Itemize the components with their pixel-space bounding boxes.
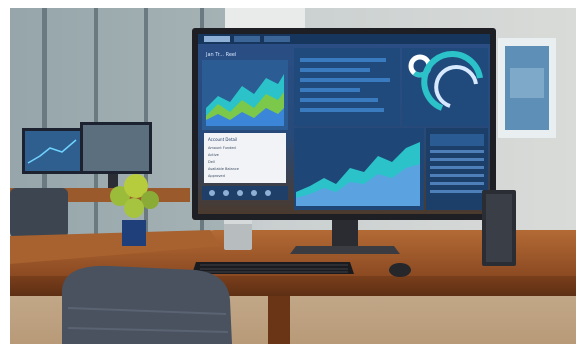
screen-app-icon (209, 190, 215, 196)
card-line: Amount Funded (208, 146, 236, 150)
plant-pot (122, 220, 146, 246)
cup (224, 220, 252, 250)
screen-tab (264, 36, 290, 42)
table-row (430, 166, 484, 169)
cup-rim (224, 220, 252, 224)
card-line: Available Balance (208, 167, 239, 171)
wall-art-detail (510, 68, 544, 98)
screen-app-icon (237, 190, 243, 196)
photo-scene: Jan Tr... Reel Account Detail Amount Fun… (10, 8, 576, 344)
screen-tab (234, 36, 260, 42)
back-monitor-right-screen (83, 125, 149, 171)
office-photo: Jan Tr... Reel Account Detail Amount Fun… (10, 8, 576, 344)
table-row (430, 174, 484, 177)
screen-app-icon (265, 190, 271, 196)
keyboard-keys (200, 264, 348, 273)
table-row (430, 158, 484, 161)
bar-row (300, 88, 360, 92)
monitor-stand-neck (332, 220, 358, 246)
bar-row (300, 98, 378, 102)
plant-leaves (124, 198, 144, 218)
screen-app-icon (223, 190, 229, 196)
back-monitor-stand (108, 174, 118, 188)
table-row (430, 182, 484, 185)
table-header (430, 134, 484, 146)
monitor-stand-base (290, 246, 400, 254)
mini-pc-grille (486, 194, 512, 262)
screen-app-icon (251, 190, 257, 196)
desk-leg (268, 296, 290, 344)
mouse (389, 263, 411, 277)
screen-tab (204, 36, 230, 42)
table-row (430, 190, 484, 193)
card-line: Dell (208, 160, 215, 164)
card-line: Approved (208, 174, 225, 178)
card-line: Active (208, 153, 219, 157)
back-monitor-left-screen (25, 131, 81, 171)
screen-header-text: Jan Tr... Reel (205, 52, 236, 58)
bar-row (300, 108, 384, 112)
bar-row (300, 68, 370, 72)
bar-row (300, 58, 386, 62)
card-heading: Account Detail (208, 137, 237, 142)
table-row (430, 150, 484, 153)
bar-row (300, 78, 390, 82)
back-chair (10, 188, 68, 238)
